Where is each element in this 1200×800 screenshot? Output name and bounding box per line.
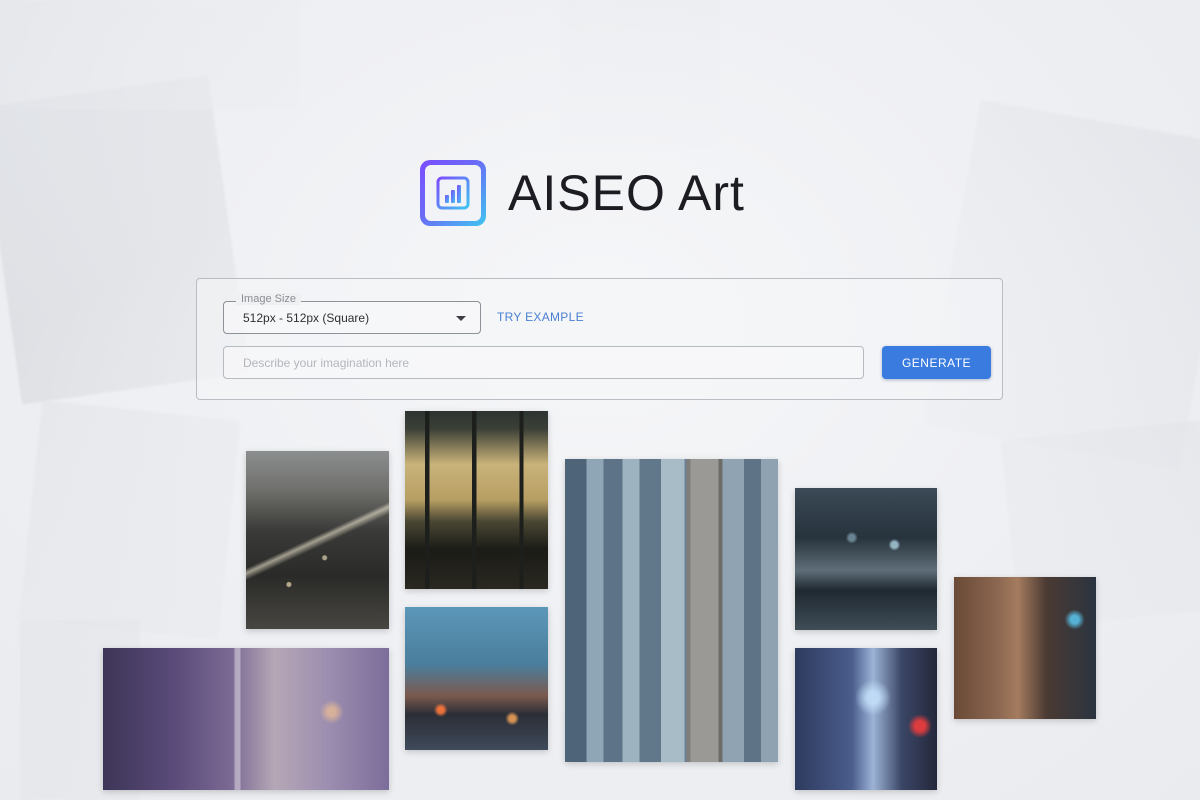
neon-alley-image	[795, 648, 937, 790]
purple-glass-city-image	[103, 648, 389, 790]
prompt-input[interactable]	[223, 346, 864, 379]
rainy-cyberpunk-street-image	[795, 488, 937, 630]
logo	[420, 160, 486, 226]
night-city-aerial-image	[246, 451, 389, 629]
brand-header: AISEO Art	[420, 160, 745, 226]
street-corner-city-image	[405, 607, 548, 750]
futuristic-building-wall-image	[954, 577, 1096, 719]
blue-skyscrapers-tower-image	[565, 459, 778, 762]
office-window-interior-image	[405, 411, 548, 589]
app-title: AISEO Art	[508, 165, 745, 221]
image-size-label: Image Size	[236, 293, 302, 305]
image-size-select[interactable]: Image Size 512px - 512px (Square)	[223, 293, 481, 334]
generate-button[interactable]: GENERATE	[882, 346, 991, 379]
bar-chart-icon	[425, 165, 481, 221]
try-example-link[interactable]: TRY EXAMPLE	[497, 310, 584, 324]
caret-down-icon	[456, 316, 466, 321]
image-size-value: 512px - 512px (Square)	[243, 311, 370, 325]
generator-form: Image Size 512px - 512px (Square) TRY EX…	[196, 278, 1003, 400]
